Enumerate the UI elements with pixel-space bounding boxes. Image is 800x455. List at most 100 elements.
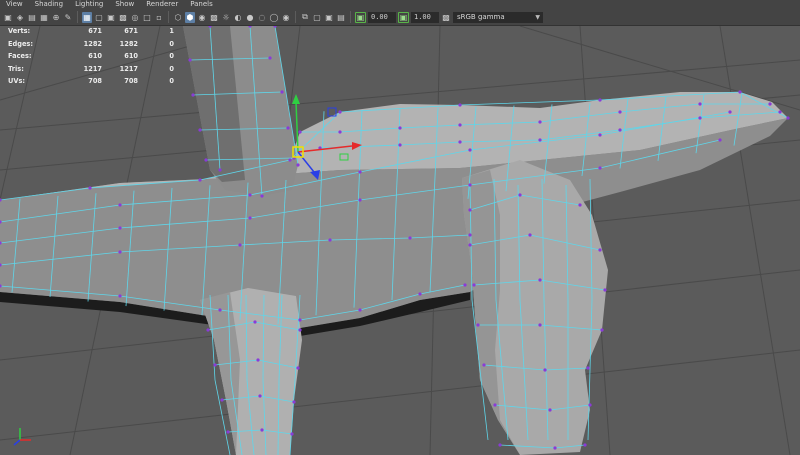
- vertex-point[interactable]: [213, 363, 217, 367]
- vertex-point[interactable]: [238, 243, 242, 247]
- motion-blur-icon[interactable]: ◌: [257, 12, 267, 23]
- vertex-point[interactable]: [768, 102, 772, 106]
- vertex-point[interactable]: [220, 398, 224, 402]
- vertex-point[interactable]: [298, 328, 302, 332]
- vertex-point[interactable]: [482, 363, 486, 367]
- vertex-point[interactable]: [618, 110, 622, 114]
- vertex-point[interactable]: [298, 130, 302, 134]
- vertex-point[interactable]: [598, 166, 602, 170]
- film-gate-icon[interactable]: ▢: [94, 12, 104, 23]
- camera-select-icon[interactable]: ▣: [3, 12, 13, 23]
- vertex-point[interactable]: [468, 233, 472, 237]
- vertex-point[interactable]: [206, 328, 210, 332]
- field-chart-icon[interactable]: ◎: [130, 12, 140, 23]
- gate-mask-icon[interactable]: ▩: [118, 12, 128, 23]
- vertex-point[interactable]: [358, 170, 362, 174]
- menu-renderer[interactable]: Renderer: [140, 0, 184, 9]
- vertex-point[interactable]: [588, 403, 592, 407]
- vertex-point[interactable]: [286, 126, 290, 130]
- shadows-icon[interactable]: ◐: [233, 12, 243, 23]
- menu-show[interactable]: Show: [109, 0, 140, 9]
- view-transform-icon[interactable]: ▩: [441, 12, 451, 23]
- camera-attributes-icon[interactable]: ◈: [15, 12, 25, 23]
- safe-action-icon[interactable]: □: [142, 12, 152, 23]
- xray-joints-icon[interactable]: ▤: [336, 12, 346, 23]
- vertex-point[interactable]: [418, 292, 422, 296]
- vertex-point[interactable]: [778, 110, 782, 114]
- vertex-point[interactable]: [292, 400, 296, 404]
- menu-view[interactable]: View: [0, 0, 29, 9]
- menu-panels[interactable]: Panels: [184, 0, 219, 9]
- vertex-point[interactable]: [518, 193, 522, 197]
- vertex-point[interactable]: [226, 430, 230, 434]
- vertex-point[interactable]: [188, 58, 192, 62]
- vertex-point[interactable]: [543, 368, 547, 372]
- vertex-point[interactable]: [398, 126, 402, 130]
- vertex-point[interactable]: [260, 428, 264, 432]
- vertex-point[interactable]: [468, 148, 472, 152]
- vertex-point[interactable]: [298, 318, 302, 322]
- depth-of-field-icon[interactable]: ◉: [281, 12, 291, 23]
- vertex-point[interactable]: [328, 238, 332, 242]
- vertex-point[interactable]: [288, 158, 292, 162]
- vertex-point[interactable]: [458, 103, 462, 107]
- vertex-point[interactable]: [88, 186, 92, 190]
- exposure-toggle-icon[interactable]: ▣: [355, 11, 366, 23]
- vertex-point[interactable]: [218, 308, 222, 312]
- vertex-point[interactable]: [528, 233, 532, 237]
- screen-space-ao-icon[interactable]: ●: [245, 12, 255, 23]
- vertex-point[interactable]: [548, 408, 552, 412]
- vertex-point[interactable]: [218, 168, 222, 172]
- vertex-point[interactable]: [586, 366, 590, 370]
- vertex-point[interactable]: [598, 98, 602, 102]
- vertex-point[interactable]: [296, 366, 300, 370]
- vertex-point[interactable]: [248, 216, 252, 220]
- xray-icon[interactable]: ▢: [312, 12, 322, 23]
- vertex-point[interactable]: [358, 308, 362, 312]
- wireframe-icon[interactable]: ⬡: [173, 12, 183, 23]
- vertex-point[interactable]: [468, 243, 472, 247]
- vertex-point[interactable]: [603, 288, 607, 292]
- default-material-icon[interactable]: ◉: [197, 12, 207, 23]
- vertex-point[interactable]: [458, 140, 462, 144]
- vertex-point[interactable]: [493, 403, 497, 407]
- vertex-point[interactable]: [538, 138, 542, 142]
- vertex-point[interactable]: [553, 446, 557, 450]
- vertex-point[interactable]: [260, 194, 264, 198]
- vertex-point[interactable]: [738, 90, 742, 94]
- vertex-point[interactable]: [698, 116, 702, 120]
- menu-lighting[interactable]: Lighting: [69, 0, 109, 9]
- vertex-point[interactable]: [118, 203, 122, 207]
- vertex-point[interactable]: [198, 178, 202, 182]
- vertex-point[interactable]: [118, 250, 122, 254]
- vertex-point[interactable]: [338, 130, 342, 134]
- vertex-point[interactable]: [718, 138, 722, 142]
- vertex-point[interactable]: [198, 128, 202, 132]
- vertex-point[interactable]: [280, 90, 284, 94]
- gamma-field[interactable]: 1.00: [411, 11, 439, 23]
- vertex-point[interactable]: [253, 320, 257, 324]
- vertex-point[interactable]: [600, 328, 604, 332]
- grid-icon[interactable]: ▦: [82, 11, 92, 23]
- vertex-point[interactable]: [268, 56, 272, 60]
- vertex-point[interactable]: [786, 116, 790, 120]
- gamma-toggle-icon[interactable]: ▣: [398, 11, 409, 23]
- vertex-point[interactable]: [398, 143, 402, 147]
- vertex-point[interactable]: [468, 208, 472, 212]
- smooth-shade-icon[interactable]: ⬢: [185, 11, 195, 23]
- vertex-point[interactable]: [204, 158, 208, 162]
- vertex-point[interactable]: [476, 323, 480, 327]
- vertex-point[interactable]: [256, 358, 260, 362]
- textured-icon[interactable]: ▩: [209, 12, 219, 23]
- vertex-point[interactable]: [598, 248, 602, 252]
- grease-pencil-icon[interactable]: ✎: [63, 12, 73, 23]
- safe-title-icon[interactable]: ▫: [154, 12, 164, 23]
- 3d-viewport[interactable]: [0, 24, 800, 455]
- vertex-point[interactable]: [538, 278, 542, 282]
- vertex-point[interactable]: [728, 110, 732, 114]
- vertex-point[interactable]: [358, 198, 362, 202]
- image-plane-icon[interactable]: ▦: [39, 12, 49, 23]
- vertex-point[interactable]: [578, 203, 582, 207]
- resolution-gate-icon[interactable]: ▣: [106, 12, 116, 23]
- vertex-point[interactable]: [191, 93, 195, 97]
